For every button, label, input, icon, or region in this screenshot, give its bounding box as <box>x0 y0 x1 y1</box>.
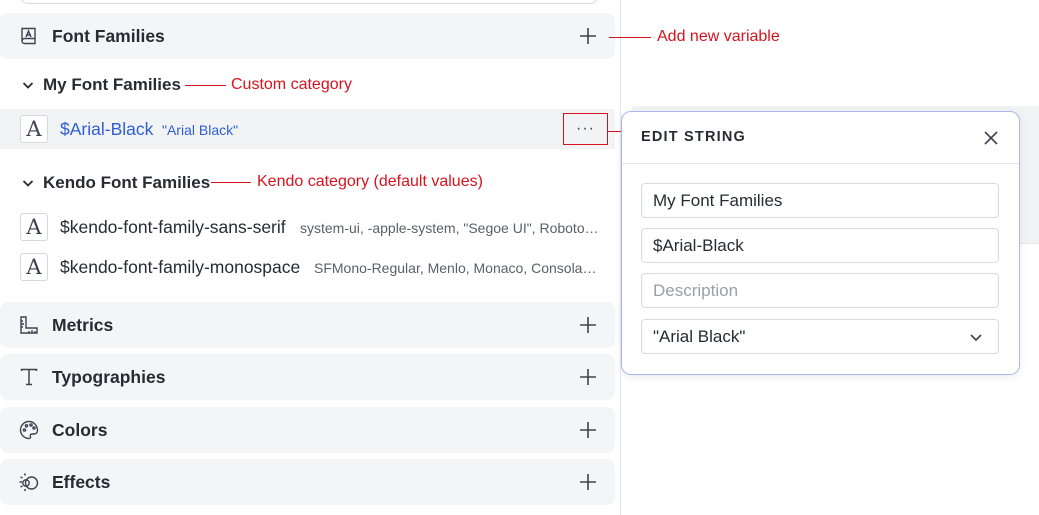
value-select[interactable]: "Arial Black" <box>641 319 999 354</box>
variable-value: SFMono-Regular, Menlo, Monaco, Consolas,… <box>314 260 600 276</box>
annotation-line-add-new <box>609 37 651 38</box>
section-title: Effects <box>52 471 111 492</box>
category-title: My Font Families <box>43 75 181 94</box>
chevron-down-icon[interactable] <box>21 176 35 190</box>
variable-row-monospace[interactable]: A $kendo-font-family-monospace SFMono-Re… <box>0 247 615 287</box>
value-select-text: "Arial Black" <box>653 326 746 346</box>
section-font-families[interactable]: Font Families <box>0 13 615 59</box>
annotation-line-custom <box>185 85 226 86</box>
palette-icon <box>19 420 39 440</box>
section-title: Font Families <box>52 25 165 46</box>
variable-row-arial-black[interactable]: A $Arial-Black "Arial Black" <box>0 109 615 149</box>
font-type-icon: A <box>20 253 48 281</box>
name-field[interactable]: $Arial-Black <box>641 228 999 263</box>
more-options-button[interactable]: ··· <box>563 113 608 145</box>
variable-name: $kendo-font-family-sans-serif <box>60 217 286 237</box>
section-title: Typographies <box>52 366 166 387</box>
annotation-kendo-category: Kendo category (default values) <box>257 173 483 190</box>
annotation-line-kendo <box>211 182 251 183</box>
category-field[interactable]: My Font Families <box>641 183 999 218</box>
effects-icon <box>19 473 39 492</box>
chevron-down-icon[interactable] <box>968 329 984 345</box>
add-plus-icon[interactable] <box>577 366 599 388</box>
chevron-down-icon[interactable] <box>21 78 35 92</box>
font-book-icon <box>21 27 36 45</box>
variable-row-sans-serif[interactable]: A $kendo-font-family-sans-serif system-u… <box>0 207 615 247</box>
variable-name: $Arial-Black <box>60 119 154 139</box>
close-icon[interactable] <box>982 129 1000 147</box>
add-plus-icon[interactable] <box>577 314 599 336</box>
edit-string-popup: EDIT STRING My Font Families $Arial-Blac… <box>621 111 1020 375</box>
section-metrics[interactable]: Metrics <box>0 302 615 348</box>
variable-value: "Arial Black" <box>162 122 239 138</box>
description-input[interactable] <box>641 273 999 308</box>
category-title: Kendo Font Families <box>43 173 211 192</box>
section-colors[interactable]: Colors <box>0 407 615 453</box>
font-type-icon: A <box>20 213 48 241</box>
section-effects[interactable]: Effects <box>0 459 615 505</box>
section-typographies[interactable]: Typographies <box>0 354 615 400</box>
font-type-icon: A <box>20 115 48 143</box>
section-title: Colors <box>52 419 108 440</box>
ruler-icon <box>20 316 38 334</box>
add-plus-icon[interactable] <box>577 419 599 441</box>
variable-value: system-ui, -apple-system, "Segoe UI", Ro… <box>300 220 600 236</box>
add-plus-icon[interactable] <box>577 471 599 493</box>
annotation-custom-category: Custom category <box>231 76 352 93</box>
search-box-edge[interactable] <box>20 0 598 4</box>
category-kendo-font-families[interactable]: Kendo Font Families <box>0 168 210 198</box>
annotation-add-new-variable: Add new variable <box>657 28 780 45</box>
category-my-font-families[interactable]: My Font Families <box>0 70 200 100</box>
add-variable-plus-icon[interactable] <box>577 25 599 47</box>
text-t-icon <box>20 368 38 386</box>
popup-header: EDIT STRING <box>622 112 1019 164</box>
section-title: Metrics <box>52 314 114 335</box>
variable-name: $kendo-font-family-monospace <box>60 257 301 277</box>
popup-title: EDIT STRING <box>641 129 747 145</box>
